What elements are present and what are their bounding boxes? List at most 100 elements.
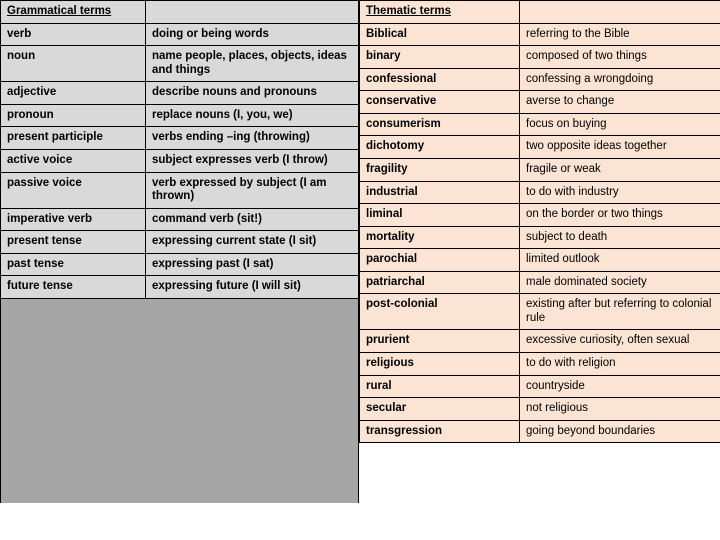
definition-cell: describe nouns and pronouns	[145, 81, 359, 105]
table-row: binary composed of two things	[359, 45, 720, 69]
definition-cell: to do with industry	[519, 180, 720, 205]
table-row: passive voice verb expressed by subject (…	[0, 171, 359, 209]
grammatical-header-spacer	[145, 0, 359, 24]
table-row: mortality subject to death	[359, 225, 720, 250]
term-cell: Biblical	[359, 22, 520, 47]
definition-cell: to do with religion	[519, 352, 720, 376]
definition-cell: composed of two things	[519, 45, 720, 69]
page-root: Grammatical terms verb doing or being wor…	[0, 0, 720, 540]
definition-cell: on the border or two things	[519, 203, 720, 227]
grammatical-header-label: Grammatical terms	[0, 0, 146, 24]
term-cell: rural	[359, 374, 520, 399]
definition-cell: confessing a wrongdoing	[519, 67, 720, 92]
term-cell: prurient	[359, 329, 520, 353]
table-row: fragility fragile or weak	[359, 157, 720, 182]
table-row: transgression going beyond boundaries	[359, 419, 720, 444]
term-cell: industrial	[359, 180, 520, 205]
definition-cell: expressing future (I will sit)	[145, 275, 359, 299]
term-cell: post-colonial	[359, 293, 520, 331]
term-cell: transgression	[359, 419, 520, 444]
definition-cell: limited outlook	[519, 248, 720, 272]
definition-cell: verbs ending –ing (throwing)	[145, 126, 359, 150]
grammatical-terms-table: Grammatical terms verb doing or being wor…	[0, 0, 359, 503]
definition-cell: existing after but referring to colonial…	[519, 293, 720, 331]
table-row: post-colonial existing after but referrin…	[359, 293, 720, 331]
term-cell: secular	[359, 397, 520, 421]
table-row: future tense expressing future (I will si…	[0, 275, 359, 299]
term-cell: pronoun	[0, 103, 146, 128]
term-cell: past tense	[0, 252, 146, 277]
glossary-tables-container: Grammatical terms verb doing or being wor…	[0, 0, 720, 503]
definition-cell: excessive curiosity, often sexual	[519, 329, 720, 353]
table-row: imperative verb command verb (sit!)	[0, 207, 359, 232]
empty-filler-row	[0, 297, 359, 503]
table-row: industrial to do with industry	[359, 180, 720, 205]
table-row: noun name people, places, objects, ideas …	[0, 45, 359, 83]
term-cell: religious	[359, 352, 520, 376]
table-row: adjective describe nouns and pronouns	[0, 81, 359, 105]
thematic-header-spacer	[519, 0, 720, 24]
definition-cell: going beyond boundaries	[519, 419, 720, 444]
thematic-table-body: Thematic terms Biblical referring to the …	[359, 0, 720, 444]
definition-cell: expressing current state (I sit)	[145, 230, 359, 254]
table-row: Biblical referring to the Bible	[359, 22, 720, 47]
table-row: secular not religious	[359, 397, 720, 421]
definition-cell: verb expressed by subject (I am thrown)	[145, 171, 359, 209]
table-row: patriarchal male dominated society	[359, 270, 720, 295]
definition-cell: countryside	[519, 374, 720, 399]
definition-cell: two opposite ideas together	[519, 135, 720, 159]
grammatical-table-body: Grammatical terms verb doing or being wor…	[0, 0, 359, 503]
term-cell: noun	[0, 45, 146, 83]
term-cell: present tense	[0, 230, 146, 254]
term-cell: parochial	[359, 248, 520, 272]
term-cell: patriarchal	[359, 270, 520, 295]
table-row: past tense expressing past (I sat)	[0, 252, 359, 277]
term-cell: active voice	[0, 148, 146, 173]
term-cell: binary	[359, 45, 520, 69]
term-cell: consumerism	[359, 112, 520, 137]
term-cell: verb	[0, 22, 146, 47]
table-row: dichotomy two opposite ideas together	[359, 135, 720, 159]
definition-cell: command verb (sit!)	[145, 207, 359, 232]
table-row: conservative averse to change	[359, 90, 720, 114]
thematic-terms-table: Thematic terms Biblical referring to the …	[359, 0, 720, 444]
term-cell: mortality	[359, 225, 520, 250]
term-cell: imperative verb	[0, 207, 146, 232]
thematic-header-label: Thematic terms	[359, 0, 520, 24]
term-cell: future tense	[0, 275, 146, 299]
thematic-header-row: Thematic terms	[359, 0, 720, 24]
empty-filler-cell	[0, 297, 359, 503]
term-cell: fragility	[359, 157, 520, 182]
term-cell: adjective	[0, 81, 146, 105]
table-row: parochial limited outlook	[359, 248, 720, 272]
definition-cell: replace nouns (I, you, we)	[145, 103, 359, 128]
definition-cell: male dominated society	[519, 270, 720, 295]
table-row: prurient excessive curiosity, often sexua…	[359, 329, 720, 353]
definition-cell: subject expresses verb (I throw)	[145, 148, 359, 173]
term-cell: conservative	[359, 90, 520, 114]
definition-cell: referring to the Bible	[519, 22, 720, 47]
table-row: confessional confessing a wrongdoing	[359, 67, 720, 92]
term-cell: confessional	[359, 67, 520, 92]
definition-cell: fragile or weak	[519, 157, 720, 182]
definition-cell: subject to death	[519, 225, 720, 250]
definition-cell: expressing past (I sat)	[145, 252, 359, 277]
table-row: consumerism focus on buying	[359, 112, 720, 137]
term-cell: liminal	[359, 203, 520, 227]
table-row: religious to do with religion	[359, 352, 720, 376]
term-cell: present participle	[0, 126, 146, 150]
definition-cell: not religious	[519, 397, 720, 421]
table-row: active voice subject expresses verb (I th…	[0, 148, 359, 173]
definition-cell: averse to change	[519, 90, 720, 114]
term-cell: dichotomy	[359, 135, 520, 159]
table-row: rural countryside	[359, 374, 720, 399]
table-row: pronoun replace nouns (I, you, we)	[0, 103, 359, 128]
term-cell: passive voice	[0, 171, 146, 209]
definition-cell: doing or being words	[145, 22, 359, 47]
table-row: liminal on the border or two things	[359, 203, 720, 227]
definition-cell: focus on buying	[519, 112, 720, 137]
definition-cell: name people, places, objects, ideas and …	[145, 45, 359, 83]
table-row: present participle verbs ending –ing (thr…	[0, 126, 359, 150]
table-row: verb doing or being words	[0, 22, 359, 47]
grammatical-header-row: Grammatical terms	[0, 0, 359, 24]
